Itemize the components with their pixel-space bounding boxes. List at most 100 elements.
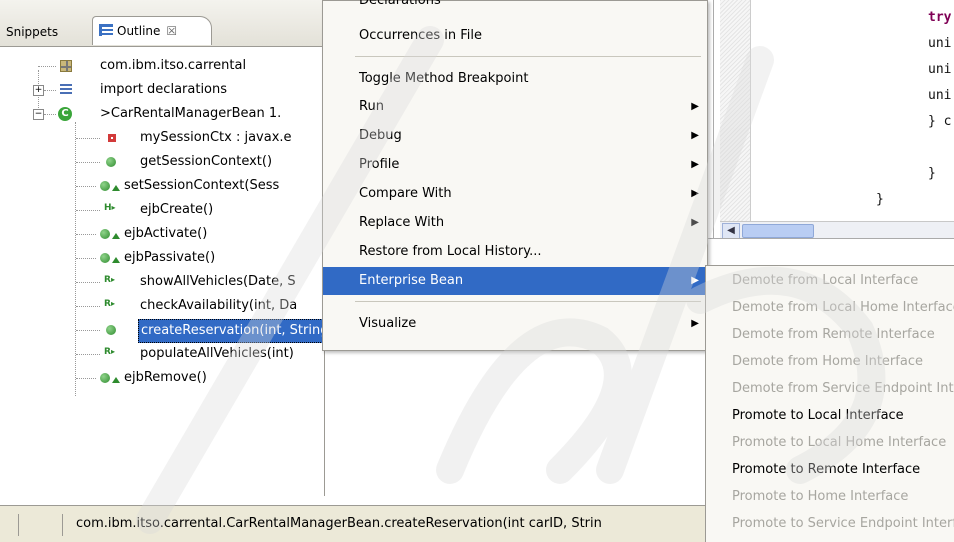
public-method-icon: [100, 253, 110, 263]
submenu-item-promote-local-interface[interactable]: Promote to Local Interface: [706, 402, 954, 429]
tree-item-method[interactable]: ejbPassivate(): [0, 247, 320, 269]
tree-item-method[interactable]: R▸ checkAvailability(int, Da: [0, 295, 320, 317]
menu-item-toggle-method-breakpoint[interactable]: Toggle Method Breakpoint: [323, 65, 707, 93]
menu-item-label: Restore from Local History...: [359, 244, 542, 259]
tree-item-imports[interactable]: + import declarations: [0, 79, 320, 101]
menu-item-label: Toggle Method Breakpoint: [359, 71, 529, 86]
menu-item-profile[interactable]: Profile ▶: [323, 151, 707, 179]
public-method-icon: [106, 157, 116, 167]
code-line: }: [876, 192, 884, 207]
tree-item-method[interactable]: R▸ showAllVehicles(Date, S: [0, 271, 320, 293]
tree-item-method[interactable]: ejbActivate(): [0, 223, 320, 245]
tree-item-label: ejbActivate(): [124, 226, 208, 241]
local-remote-method-icon: R▸: [104, 347, 115, 357]
tree-item-label: createReservation(int, String): [138, 319, 337, 343]
submenu-item-demote-service-endpoint-interface: Demote from Service Endpoint Interface: [732, 381, 954, 396]
editor-bottom-panel: [706, 238, 954, 265]
submenu-arrow-icon: ▶: [691, 318, 699, 329]
menu-item-label: Profile: [359, 157, 400, 172]
scrollbar-thumb[interactable]: [742, 224, 814, 238]
menu-separator: [355, 301, 701, 302]
menu-item-replace-with[interactable]: Replace With ▶: [323, 209, 707, 237]
close-icon[interactable]: ☒: [166, 24, 177, 38]
tree-item-label: mySessionCtx : javax.e: [140, 130, 292, 145]
submenu-arrow-icon: ▶: [691, 188, 699, 199]
scroll-left-icon[interactable]: ◀: [722, 223, 740, 239]
class-icon: C: [58, 107, 72, 121]
public-method-icon: [100, 181, 110, 191]
menu-separator: [355, 56, 701, 57]
submenu-item-demote-home-interface: Demote from Home Interface: [732, 354, 923, 369]
menu-item-label: Visualize: [359, 316, 417, 331]
expand-toggle-icon[interactable]: +: [33, 85, 44, 96]
private-field-icon: [108, 134, 116, 142]
menu-item-label: Occurrences in File: [359, 28, 482, 43]
status-text: com.ibm.itso.carrental.CarRentalManagerB…: [76, 516, 602, 531]
collapse-toggle-icon[interactable]: −: [33, 109, 44, 120]
submenu-item-demote-local-home-interface: Demote from Local Home Interface: [732, 300, 954, 315]
tree-item-method[interactable]: H▸ ejbCreate(): [0, 199, 320, 221]
menu-item-run[interactable]: Run ▶: [323, 93, 707, 121]
menu-item-declarations[interactable]: Declarations: [323, 0, 707, 15]
code-line: } c: [928, 114, 952, 129]
public-method-icon: [100, 229, 110, 239]
editor-gutter: [720, 0, 751, 236]
override-icon: [112, 257, 120, 263]
menu-item-label: Enterprise Bean: [359, 273, 464, 288]
menu-item-label: Debug: [359, 128, 402, 143]
horizontal-scrollbar[interactable]: ◀: [720, 221, 954, 239]
menu-item-label: Compare With: [359, 186, 452, 201]
tree-item-field[interactable]: mySessionCtx : javax.e: [0, 127, 320, 149]
menu-item-debug[interactable]: Debug ▶: [323, 122, 707, 150]
tree-item-method-selected[interactable]: createReservation(int, String): [0, 319, 337, 343]
tab-outline[interactable]: Outline ☒: [92, 16, 213, 45]
tree-item-label: checkAvailability(int, Da: [140, 298, 298, 313]
menu-item-occurrences-in-file[interactable]: Occurrences in File: [323, 22, 707, 50]
tree-item-label: import declarations: [100, 82, 228, 97]
menu-item-label: Declarations: [359, 0, 441, 8]
tree-item-class[interactable]: − C >CarRentalManagerBean 1.: [0, 103, 320, 125]
tree-item-label: populateAllVehicles(int): [140, 346, 294, 361]
tab-outline-label: Outline: [117, 24, 161, 38]
submenu-arrow-icon: ▶: [691, 101, 699, 112]
menu-item-compare-with[interactable]: Compare With ▶: [323, 180, 707, 208]
outline-icon: [99, 24, 113, 36]
submenu-item-promote-service-endpoint-interface: Promote to Service Endpoint Interface: [732, 516, 954, 531]
submenu-item-promote-local-home-interface: Promote to Local Home Interface: [732, 435, 947, 450]
submenu-item-demote-remote-interface: Demote from Remote Interface: [732, 327, 935, 342]
submenu-item-promote-remote-interface[interactable]: Promote to Remote Interface: [706, 456, 954, 483]
submenu-arrow-icon: ▶: [691, 217, 699, 228]
submenu-arrow-icon: ▶: [691, 275, 699, 286]
package-icon: [60, 60, 72, 72]
tree-item-label: ejbCreate(): [140, 202, 214, 217]
code-line: uni: [928, 88, 952, 103]
tree-item-package[interactable]: com.ibm.itso.carrental: [0, 55, 320, 77]
tree-item-label: >CarRentalManagerBean 1.: [100, 106, 282, 121]
override-icon: [112, 185, 120, 191]
tree-item-label: getSessionContext(): [140, 154, 273, 169]
home-method-icon: H▸: [104, 203, 116, 213]
tree-item-label: ejbPassivate(): [124, 250, 216, 265]
menu-item-enterprise-bean[interactable]: Enterprise Bean ▶: [323, 267, 707, 295]
tree-item-label: showAllVehicles(Date, S: [140, 274, 296, 289]
submenu-item-promote-home-interface: Promote to Home Interface: [732, 489, 909, 504]
code-line: uni: [928, 62, 952, 77]
view-tab-bar: Snippets Outline ☒: [0, 0, 324, 47]
submenu-arrow-icon: ▶: [691, 130, 699, 141]
submenu-arrow-icon: ▶: [691, 159, 699, 170]
menu-item-restore-from-local-history[interactable]: Restore from Local History...: [323, 238, 707, 266]
tree-item-method[interactable]: R▸ populateAllVehicles(int): [0, 343, 320, 365]
tree-item-method[interactable]: setSessionContext(Sess: [0, 175, 320, 197]
code-editor[interactable]: try uni uni uni } c } } ◀: [706, 0, 954, 265]
override-icon: [112, 377, 120, 383]
submenu-item-demote-local-interface: Demote from Local Interface: [732, 273, 919, 288]
local-remote-method-icon: R▸: [104, 275, 115, 285]
menu-item-label: Run: [359, 99, 384, 114]
tree-item-method[interactable]: getSessionContext(): [0, 151, 320, 173]
menu-item-visualize[interactable]: Visualize ▶: [323, 310, 707, 338]
status-bar: com.ibm.itso.carrental.CarRentalManagerB…: [0, 505, 705, 542]
code-line: uni: [928, 36, 952, 51]
tab-snippets[interactable]: Snippets: [6, 20, 58, 44]
public-method-icon: [100, 373, 110, 383]
tree-item-method[interactable]: ejbRemove(): [0, 367, 320, 389]
